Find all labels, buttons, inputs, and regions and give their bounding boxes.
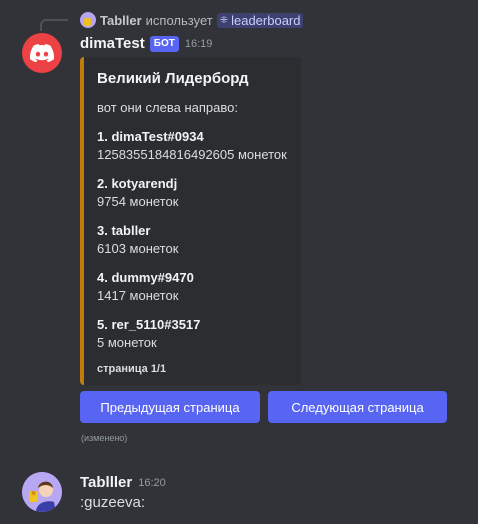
user-message-header: Tablller 16:20	[80, 474, 166, 491]
reply-spine	[40, 19, 68, 31]
bot-username[interactable]: dimaTest	[80, 35, 145, 52]
entry-value: 1258355184816492605 монеток	[97, 147, 287, 162]
discord-logo-icon	[30, 44, 54, 62]
entry-name: 1. dimaTest#0934	[97, 129, 204, 144]
edited-label: (изменено)	[81, 433, 128, 443]
reply-reference[interactable]: Tabller использует ⁜ leaderboard	[80, 11, 304, 29]
command-name: leaderboard	[231, 12, 301, 28]
bot-timestamp: 16:19	[184, 37, 213, 50]
entry-value: 6103 монеток	[97, 241, 179, 256]
embed-footer: страница 1/1	[97, 363, 167, 375]
leaderboard-entry: 5. rer_5110#3517 5 монеток	[97, 316, 287, 352]
next-page-button[interactable]: Следующая страница	[268, 391, 447, 423]
entry-name: 2. kotyarendj	[97, 176, 178, 191]
embed-description: вот они слева направо:	[97, 100, 238, 115]
command-chip[interactable]: ⁜ leaderboard	[216, 12, 304, 28]
user-username[interactable]: Tablller	[80, 474, 132, 491]
leaderboard-entry: 3. tabller 6103 монеток	[97, 222, 287, 258]
bot-message-header: dimaTest БОТ 16:19	[80, 35, 212, 52]
entry-value: 1417 монеток	[97, 288, 179, 303]
leaderboard-embed: Великий Лидерборд вот они слева направо:…	[80, 57, 301, 385]
bot-tag: БОТ	[149, 35, 179, 52]
user-avatar[interactable]	[22, 472, 62, 512]
leaderboard-entry: 1. dimaTest#0934 1258355184816492605 мон…	[97, 128, 287, 164]
reply-action: использует	[145, 12, 213, 28]
reply-username[interactable]: Tabller	[100, 13, 142, 28]
user-timestamp: 16:20	[138, 476, 166, 489]
entry-name: 4. dummy#9470	[97, 270, 194, 285]
embed-title: Великий Лидерборд	[97, 70, 249, 87]
user-message-text: :guzeeva:	[80, 494, 146, 511]
leaderboard-entry: 4. dummy#9470 1417 монеток	[97, 269, 287, 305]
leaderboard-entry: 2. kotyarendj 9754 монеток	[97, 175, 287, 211]
entry-value: 5 монеток	[97, 335, 157, 350]
user-avatar-image	[22, 472, 62, 512]
entry-name: 3. tabller	[97, 223, 151, 238]
pagination-buttons: Предыдущая страница Следующая страница	[80, 391, 447, 423]
entry-name: 5. rer_5110#3517	[97, 317, 201, 332]
entry-value: 9754 монеток	[97, 194, 179, 209]
slash-command-icon: ⁜	[219, 14, 229, 26]
reply-avatar	[80, 12, 96, 28]
previous-page-button[interactable]: Предыдущая страница	[80, 391, 260, 423]
bot-avatar[interactable]	[22, 33, 62, 73]
